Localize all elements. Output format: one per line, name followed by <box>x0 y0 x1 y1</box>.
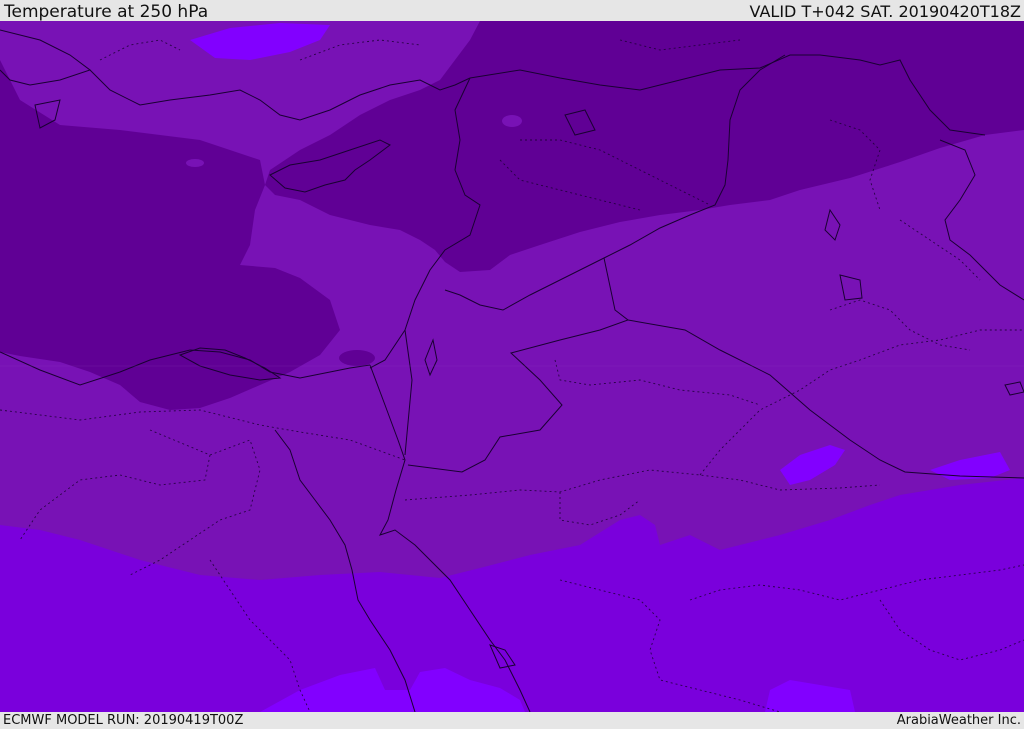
footer-bar: ECMWF MODEL RUN: 20190419T00Z ArabiaWeat… <box>0 712 1024 729</box>
map-title: Temperature at 250 hPa <box>4 2 209 22</box>
credit-label: ArabiaWeather Inc. <box>896 713 1021 728</box>
header-bar: Temperature at 250 hPa VALID T+042 SAT. … <box>0 0 1024 21</box>
pocket-2 <box>186 159 204 167</box>
pocket-3 <box>339 350 375 366</box>
pocket-1 <box>502 115 522 127</box>
temperature-map <box>0 21 1024 712</box>
model-run-label: ECMWF MODEL RUN: 20190419T00Z <box>3 713 244 728</box>
valid-time-label: VALID T+042 SAT. 20190420T18Z <box>749 2 1021 21</box>
